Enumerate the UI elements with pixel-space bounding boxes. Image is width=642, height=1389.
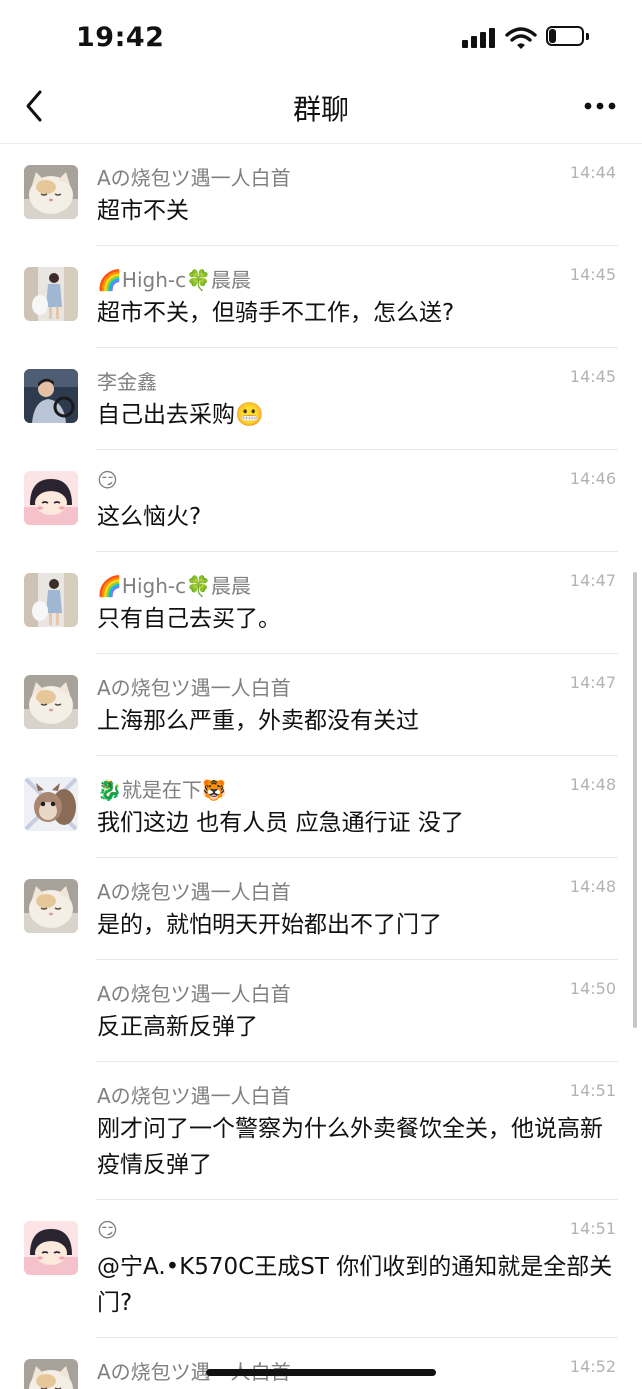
nav-bar: 群聊: [0, 72, 642, 144]
scrollbar[interactable]: [633, 572, 637, 1028]
avatar[interactable]: [24, 369, 78, 423]
message-time: 14:50: [569, 979, 616, 998]
message-item: Aの烧包ツ遇一人白首 14:44 超市不关: [0, 144, 642, 246]
sender-name[interactable]: 😏: [97, 1218, 118, 1242]
message-time: 14:48: [569, 877, 616, 896]
sender-name[interactable]: 😏: [97, 468, 118, 492]
cellular-signal-icon: [462, 28, 496, 48]
message-text[interactable]: 刚才问了一个警察为什么外卖餐饮全关，他说高新疫情反弹了: [97, 1111, 617, 1183]
sender-name[interactable]: Aの烧包ツ遇一人白首: [97, 978, 291, 1007]
message-text[interactable]: 上海那么严重，外卖都没有关过: [97, 703, 617, 739]
message-time: 14:48: [569, 775, 616, 794]
message-text[interactable]: 我们这边 也有人员 应急通行证 没了: [97, 805, 617, 841]
page-title: 群聊: [292, 93, 349, 126]
sender-name[interactable]: Aの烧包ツ遇一人白首: [97, 876, 291, 905]
message-text[interactable]: 自己出去采购😬: [97, 397, 617, 433]
message-item: Aの烧包ツ遇一人白首 14:52: [0, 1338, 642, 1389]
sender-name[interactable]: 🌈High-c🍀晨晨: [97, 570, 251, 599]
sender-name[interactable]: Aの烧包ツ遇一人白首: [97, 162, 291, 191]
avatar[interactable]: [24, 675, 78, 729]
message-item: 😏 14:46 这么恼火?: [0, 450, 642, 552]
message-item: 李金鑫 14:45 自己出去采购😬: [0, 348, 642, 450]
message-text[interactable]: @宁A.•K570C王成ST 你们收到的通知就是全部关门?: [97, 1249, 617, 1321]
message-time: 14:51: [569, 1219, 616, 1238]
avatar[interactable]: [24, 1221, 78, 1275]
status-time: 19:42: [76, 22, 165, 53]
message-list[interactable]: Aの烧包ツ遇一人白首 14:44 超市不关 🌈High-c🍀晨晨 14:45 超市不关，…: [0, 144, 642, 1389]
wifi-icon: [505, 27, 537, 49]
battery-icon: [546, 26, 592, 50]
message-item: 😏 14:51 @宁A.•K570C王成ST 你们收到的通知就是全部关门?: [0, 1200, 642, 1338]
message-item: 🐉就是在下🐯 14:48 我们这边 也有人员 应急通行证 没了: [0, 756, 642, 858]
message-text[interactable]: 超市不关: [97, 193, 617, 229]
message-time: 14:46: [569, 469, 616, 488]
avatar[interactable]: [24, 471, 78, 525]
message-time: 14:52: [569, 1357, 616, 1376]
sender-name[interactable]: Aの烧包ツ遇一人白首: [97, 672, 291, 701]
home-indicator[interactable]: [206, 1369, 436, 1376]
avatar[interactable]: [24, 1359, 78, 1389]
message-text[interactable]: 超市不关，但骑手不工作，怎么送?: [97, 295, 617, 331]
message-item: 🌈High-c🍀晨晨 14:47 只有自己去买了。: [0, 552, 642, 654]
avatar[interactable]: [24, 165, 78, 219]
message-text[interactable]: 是的，就怕明天开始都出不了门了: [97, 907, 617, 943]
sender-name[interactable]: 🐉就是在下🐯: [97, 774, 227, 803]
avatar[interactable]: [24, 879, 78, 933]
message-time: 14:51: [569, 1081, 616, 1100]
sender-name[interactable]: 🌈High-c🍀晨晨: [97, 264, 251, 293]
message-text[interactable]: 只有自己去买了。: [97, 601, 617, 637]
message-time: 14:45: [569, 265, 616, 284]
message-item: Aの烧包ツ遇一人白首 14:51 刚才问了一个警察为什么外卖餐饮全关，他说高新疫情反…: [0, 1062, 642, 1200]
message-item: Aの烧包ツ遇一人白首 14:48 是的，就怕明天开始都出不了门了: [0, 858, 642, 960]
message-item: 🌈High-c🍀晨晨 14:45 超市不关，但骑手不工作，怎么送?: [0, 246, 642, 348]
message-time: 14:44: [569, 163, 616, 182]
avatar[interactable]: [24, 777, 78, 831]
message-item: Aの烧包ツ遇一人白首 14:50 反正高新反弹了: [0, 960, 642, 1062]
message-item: Aの烧包ツ遇一人白首 14:47 上海那么严重，外卖都没有关过: [0, 654, 642, 756]
more-options-icon[interactable]: [582, 94, 618, 118]
message-time: 14:47: [569, 571, 616, 590]
sender-name[interactable]: Aの烧包ツ遇一人白首: [97, 1080, 291, 1109]
status-bar: 19:42: [0, 0, 642, 72]
message-text[interactable]: 反正高新反弹了: [97, 1009, 617, 1045]
avatar[interactable]: [24, 573, 78, 627]
message-time: 14:45: [569, 367, 616, 386]
message-time: 14:47: [569, 673, 616, 692]
sender-name[interactable]: 李金鑫: [97, 366, 157, 395]
avatar[interactable]: [24, 267, 78, 321]
message-text[interactable]: 这么恼火?: [97, 499, 617, 535]
